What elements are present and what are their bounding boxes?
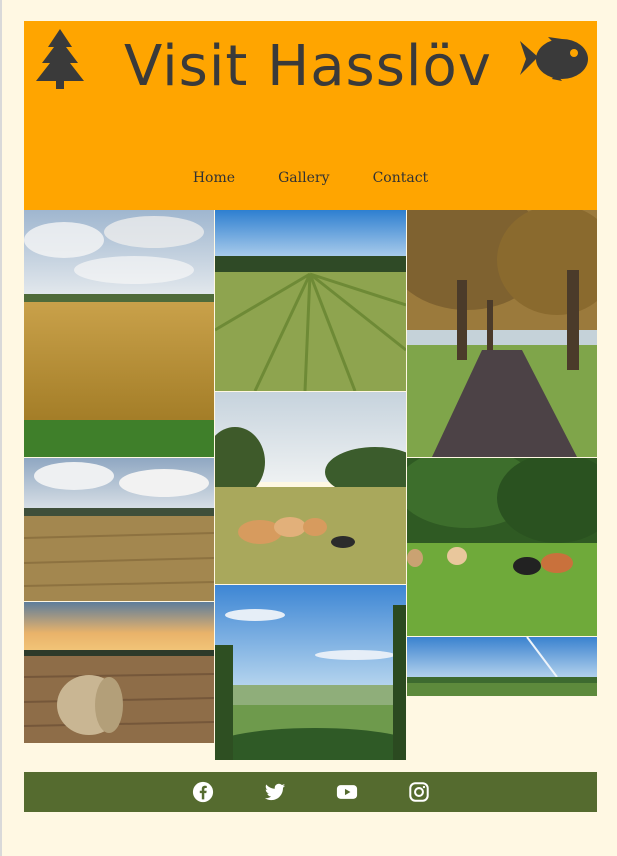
nav-gallery-link[interactable]: Gallery [278, 170, 329, 186]
cut-hay-rows-photo[interactable] [215, 210, 406, 391]
instagram-icon [408, 782, 429, 802]
twitter-icon [264, 783, 285, 801]
nav-contact-link[interactable]: Contact [373, 170, 429, 186]
harvested-field-photo[interactable] [24, 458, 214, 601]
calves-in-meadow-photo[interactable] [407, 458, 597, 636]
tree-icon [36, 29, 84, 89]
nav-home-link[interactable]: Home [193, 170, 235, 186]
site-title: Visit Hasslöv [124, 34, 492, 99]
fish-icon [520, 37, 588, 81]
cattle-pasture-photo[interactable] [215, 392, 406, 584]
site-footer [24, 772, 597, 812]
twitter-link[interactable] [264, 781, 286, 803]
main-nav: Home Gallery Contact [24, 167, 597, 187]
facebook-icon [192, 781, 213, 803]
page-edge [0, 0, 2, 856]
youtube-icon [336, 785, 357, 799]
tree-lined-road-photo[interactable] [407, 210, 597, 457]
facebook-link[interactable] [192, 781, 214, 803]
photo-gallery [24, 210, 597, 760]
site-header: Visit Hasslöv Home Gallery Contact [24, 21, 597, 210]
valley-view-photo[interactable] [215, 585, 406, 760]
youtube-link[interactable] [336, 781, 358, 803]
wheat-field-photo[interactable] [24, 210, 214, 457]
brand-banner: Visit Hasslöv [24, 21, 597, 111]
hay-bale-sunset-photo[interactable] [24, 602, 214, 743]
hills-panorama-photo[interactable] [407, 637, 597, 696]
instagram-link[interactable] [408, 781, 430, 803]
